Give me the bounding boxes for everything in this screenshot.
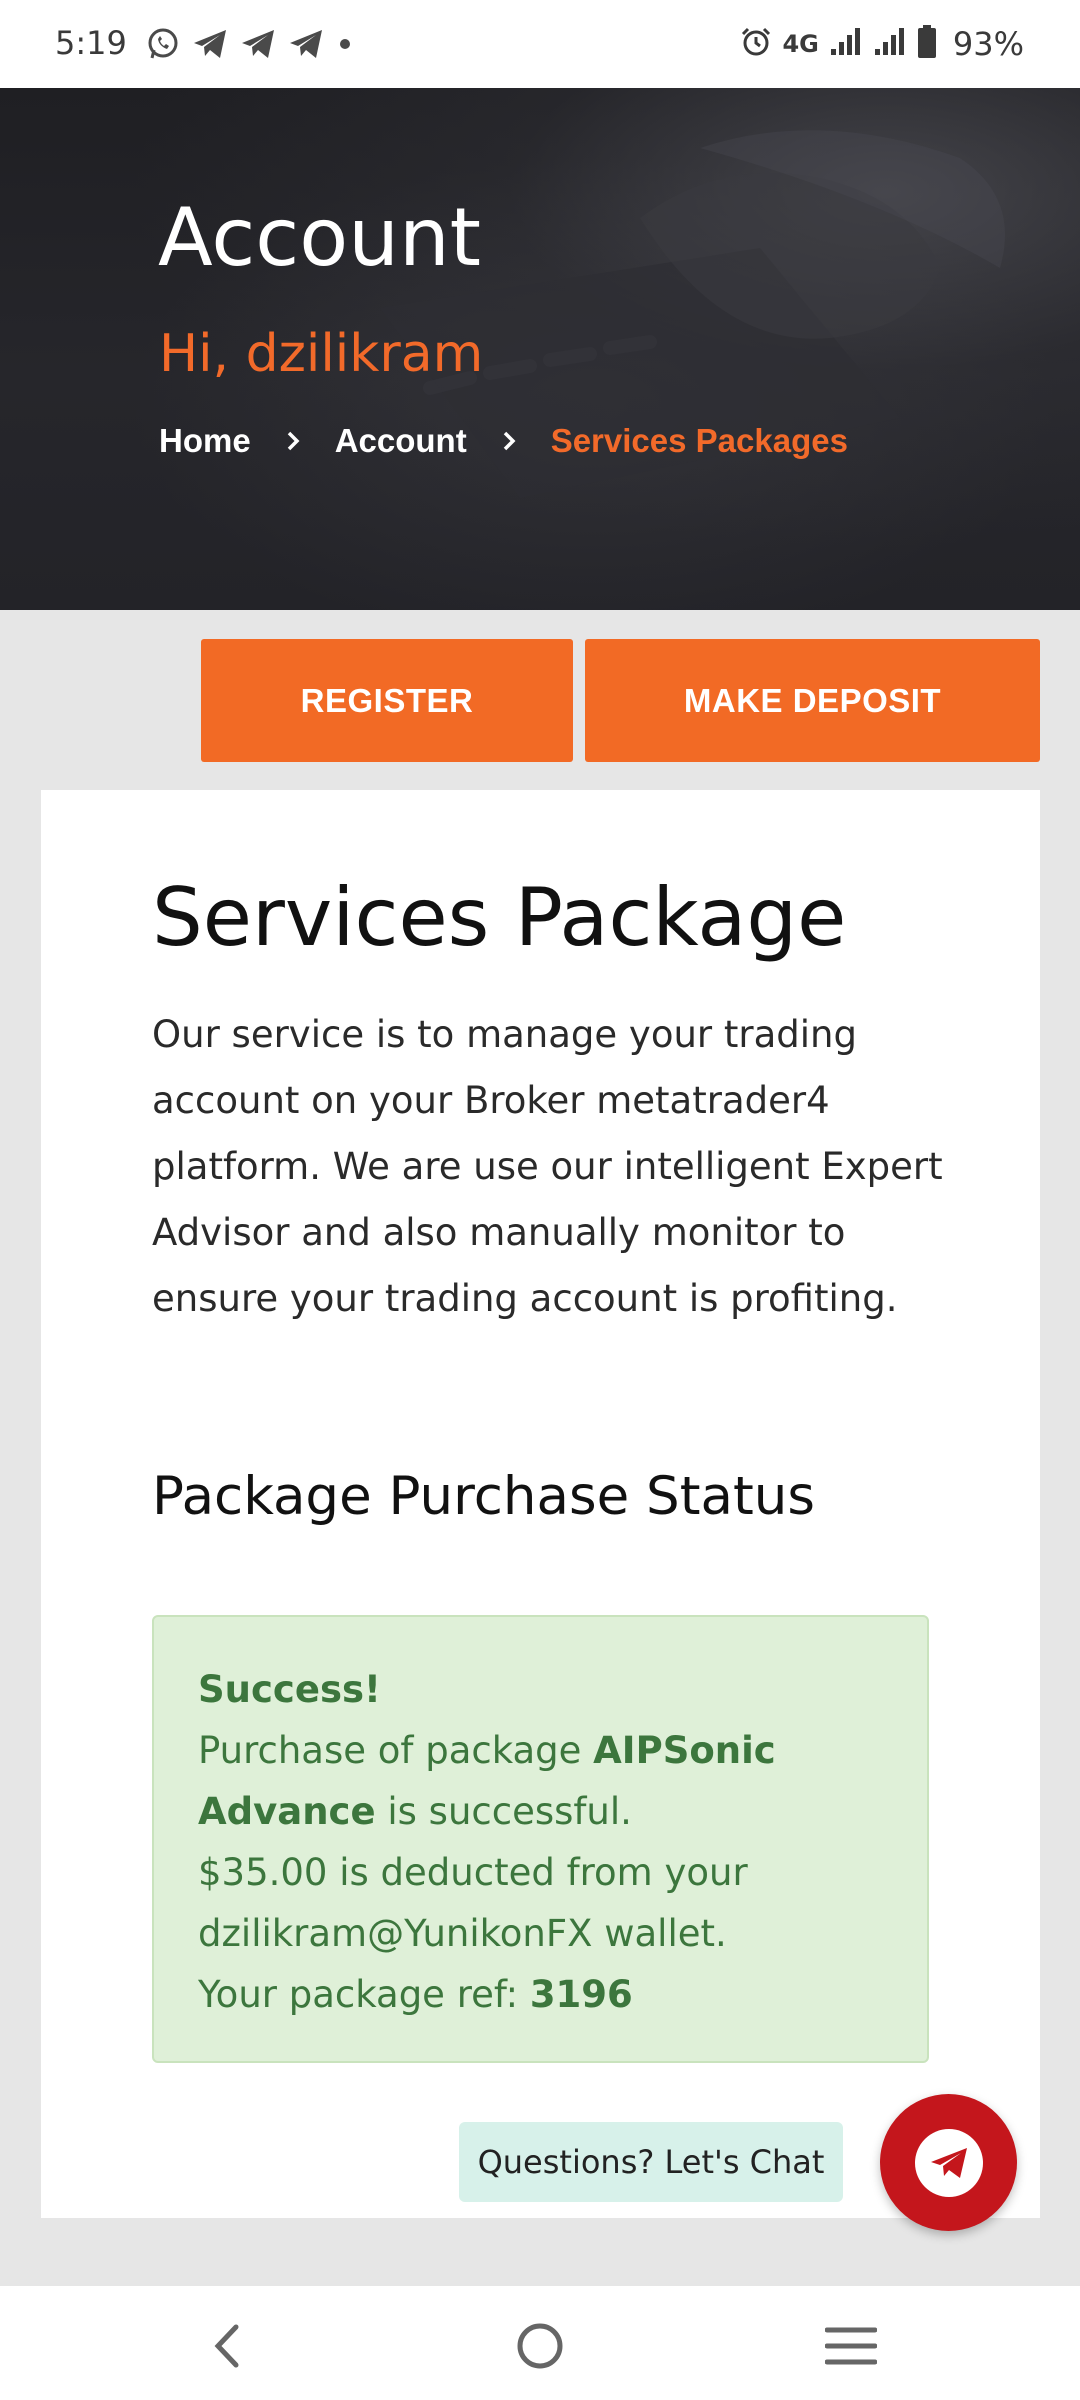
back-button[interactable] — [188, 2306, 268, 2386]
user-greeting: Hi, dzilikram — [159, 324, 484, 384]
signal-icon — [873, 27, 907, 61]
deducted-amount: $35.00 — [198, 1851, 328, 1894]
package-ref-label: Your package ref: — [198, 1973, 519, 2016]
telegram-icon — [288, 28, 324, 60]
breadcrumb-account[interactable]: Account — [335, 424, 467, 457]
breadcrumb: Home Account Services Packages — [159, 424, 848, 457]
breadcrumb-services-packages: Services Packages — [550, 422, 848, 459]
whatsapp-icon — [146, 27, 180, 61]
make-deposit-button[interactable]: MAKE DEPOSIT — [585, 639, 1040, 762]
home-circle-icon — [517, 2323, 563, 2369]
purchase-status-heading: Package Purchase Status — [152, 1466, 815, 1527]
signal-icon — [829, 27, 863, 61]
section-title: Services Package — [152, 871, 847, 964]
chevron-right-icon — [489, 424, 529, 457]
more-notifications-dot — [340, 39, 350, 49]
battery-percent: 93% — [952, 25, 1024, 63]
recent-apps-button[interactable] — [811, 2306, 891, 2386]
services-package-card: Services Package Our service is to manag… — [41, 790, 1040, 2218]
chevron-left-icon — [214, 2324, 239, 2368]
network-type: 4G — [782, 30, 819, 58]
wallet-suffix: wallet. — [604, 1912, 727, 1955]
breadcrumb-home[interactable]: Home — [159, 424, 251, 457]
purchase-suffix: is successful. — [387, 1790, 632, 1833]
telegram-icon — [192, 28, 228, 60]
deducted-text: is deducted from your — [339, 1851, 748, 1894]
page-title: Account — [158, 191, 482, 284]
status-bar: 5:19 4G 93% — [0, 0, 1080, 88]
home-button[interactable] — [500, 2306, 580, 2386]
menu-icon — [825, 2327, 877, 2365]
chevron-right-icon — [273, 424, 313, 457]
register-button[interactable]: REGISTER — [201, 639, 573, 762]
page-header: Account Hi, dzilikram Home Account Servi… — [0, 88, 1080, 610]
chat-button[interactable] — [880, 2094, 1017, 2231]
status-time: 5:19 — [55, 24, 127, 62]
success-alert: Success! Purchase of package AIPSonic Ad… — [152, 1615, 929, 2063]
telegram-icon — [240, 28, 276, 60]
system-navigation-bar — [0, 2286, 1080, 2400]
wallet-name: dzilikram@YunikonFX — [198, 1912, 593, 1955]
notification-icons — [146, 24, 350, 64]
system-icons: 4G 93% — [740, 22, 1024, 66]
service-description: Our service is to manage your trading ac… — [152, 1013, 943, 1320]
battery-icon — [917, 25, 937, 63]
chat-prompt-label[interactable]: Questions? Let's Chat — [459, 2122, 843, 2202]
purchase-prefix: Purchase of package — [198, 1729, 582, 1772]
telegram-icon — [914, 2128, 983, 2197]
alert-title: Success! — [198, 1668, 381, 1711]
package-ref: 3196 — [529, 1973, 633, 2016]
alarm-icon — [740, 26, 772, 62]
